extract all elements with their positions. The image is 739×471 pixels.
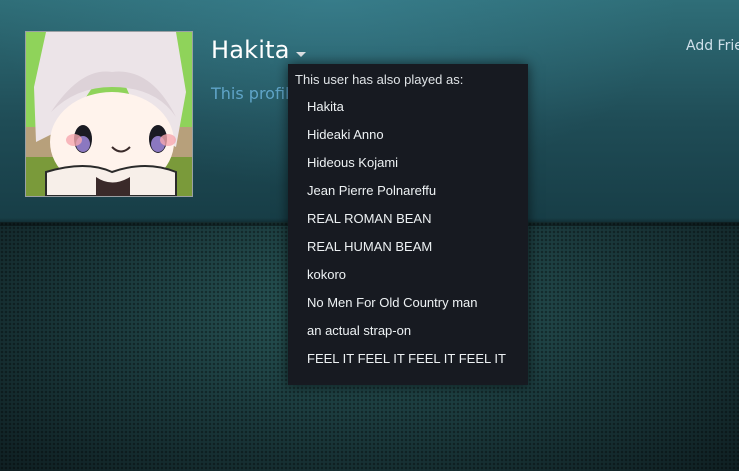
alias-item[interactable]: kokoro [288,261,528,289]
alias-item[interactable]: Hakita [288,93,528,121]
alias-item[interactable]: Jean Pierre Polnareffu [288,177,528,205]
aliases-popup: This user has also played as: Hakita Hid… [288,64,528,385]
profile-note: This profil [211,84,290,103]
alias-item[interactable]: REAL ROMAN BEAN [288,205,528,233]
alias-item[interactable]: REAL HUMAN BEAM [288,233,528,261]
persona-name-dropdown[interactable]: Hakita [211,36,306,64]
alias-item[interactable]: FEEL IT FEEL IT FEEL IT FEEL IT [288,345,528,373]
avatar-image [26,32,192,196]
aliases-list: Hakita Hideaki Anno Hideous Kojami Jean … [288,93,528,373]
alias-item[interactable]: an actual strap-on [288,317,528,345]
persona-name: Hakita [211,36,290,64]
add-friend-button[interactable]: Add Frie [686,38,739,54]
chevron-down-icon [295,51,306,57]
alias-item[interactable]: Hideous Kojami [288,149,528,177]
alias-item[interactable]: No Men For Old Country man [288,289,528,317]
avatar [25,31,193,197]
aliases-header: This user has also played as: [295,72,464,87]
alias-item[interactable]: Hideaki Anno [288,121,528,149]
